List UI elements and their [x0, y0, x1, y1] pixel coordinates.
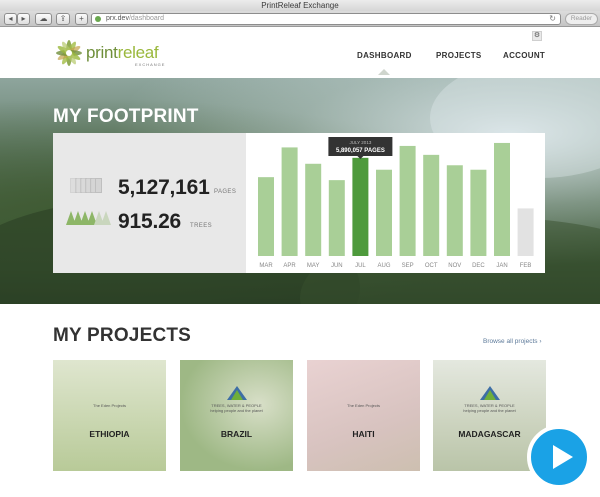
- chart-tick-label: JUN: [331, 263, 343, 269]
- chart-tick-label: MAY: [307, 263, 320, 269]
- chart-tick-label: SEP: [402, 263, 414, 269]
- footprint-stats: 5,127,161 PAGES 915.26 TREES: [53, 133, 246, 273]
- window-title: PrintReleaf Exchange: [0, 0, 600, 11]
- logo-subtitle: EXCHANGE: [135, 62, 166, 67]
- chart-tick-label: FEB: [520, 263, 532, 269]
- chart-bar-mar[interactable]: [258, 177, 274, 256]
- partner-logo: TREES, WATER & PEOPLE helping people and …: [463, 403, 516, 414]
- chart-bar-oct[interactable]: [423, 154, 440, 256]
- partner-logo: The Eden Projects: [93, 403, 126, 408]
- project-name: BRAZIL: [220, 429, 253, 439]
- chart-tick-label: JAN: [496, 263, 507, 269]
- reader-button[interactable]: Reader: [565, 13, 598, 25]
- favicon-icon: [95, 16, 101, 22]
- trees-value: 915.26: [118, 210, 182, 233]
- chart-tick-label: OCT: [425, 263, 438, 269]
- play-video-button[interactable]: [527, 425, 591, 489]
- chart-bar-jul[interactable]: [352, 157, 369, 256]
- partner-logo: TREES, WATER & PEOPLE helping people and …: [210, 403, 263, 414]
- nav-account[interactable]: ACCOUNT: [503, 51, 545, 60]
- site-header: printreleaf EXCHANGE ⚙ DASHBOARD PROJECT…: [0, 28, 600, 78]
- chart-bar-dec[interactable]: [470, 169, 487, 256]
- tile-background: [180, 360, 293, 471]
- chart-tick-label: AUG: [377, 263, 390, 269]
- gear-icon[interactable]: ⚙: [532, 31, 542, 41]
- project-tile-ethiopia[interactable]: The Eden Projects ETHIOPIA: [53, 360, 166, 471]
- chart-bar-may[interactable]: [305, 163, 322, 256]
- footprint-hero: MY FOOTPRINT 5,127,161 PAGES 915.26 TREE…: [0, 78, 600, 304]
- logo-wordmark: printreleaf: [86, 43, 159, 62]
- new-tab-button[interactable]: +: [75, 13, 88, 25]
- chart-bar-aug[interactable]: [376, 169, 392, 256]
- project-tile-haiti[interactable]: The Eden Projects HAITI: [307, 360, 420, 471]
- tile-background: [53, 360, 166, 471]
- chart-bar-nov[interactable]: [446, 165, 463, 256]
- chart-bar-jan[interactable]: [494, 142, 510, 256]
- project-name: ETHIOPIA: [89, 429, 130, 439]
- monthly-pages-chart: MAR APR MAY JUN JUL AUG SEP OCT NOV DEC JAN FEB JULY…: [246, 133, 545, 273]
- chart-bar-sep[interactable]: [399, 145, 416, 256]
- chart-tick-label: MAR: [259, 263, 273, 269]
- chart-bar-apr[interactable]: [281, 147, 298, 256]
- chart-tick-label: NOV: [448, 263, 461, 269]
- pages-value: 5,127,161: [118, 176, 210, 199]
- chart-bar-jun[interactable]: [328, 180, 345, 256]
- trees-water-people-icon: [226, 386, 247, 400]
- project-name: MADAGASCAR: [458, 429, 521, 439]
- forward-button[interactable]: ▸: [17, 13, 30, 25]
- leaf-burst-icon: [56, 40, 82, 66]
- tooltip-value: 5,890,057 PAGES: [336, 148, 385, 154]
- pages-unit: PAGES: [214, 189, 237, 195]
- chart-tooltip: JULY 2013 5,890,057 PAGES: [328, 137, 393, 159]
- chart-tick-label: APR: [283, 263, 296, 269]
- footprint-title: MY FOOTPRINT: [53, 106, 199, 127]
- projects-title: MY PROJECTS: [53, 325, 192, 346]
- chart-tick-label: JUL: [355, 263, 366, 269]
- chart-bar-feb[interactable]: [517, 208, 534, 256]
- nav-dashboard[interactable]: DASHBOARD: [357, 51, 412, 75]
- address-bar[interactable]: prx.dev/dashboard ↻: [91, 13, 561, 25]
- tile-background: [307, 360, 420, 471]
- url-path: /dashboard: [128, 15, 164, 22]
- partner-logo: The Eden Projects: [347, 403, 380, 408]
- icloud-icon[interactable]: ☁: [35, 13, 52, 25]
- bar-chart: MAR APR MAY JUN JUL AUG SEP OCT NOV DEC JAN FEB JULY…: [258, 137, 534, 269]
- nav-projects[interactable]: PROJECTS: [436, 51, 482, 60]
- tooltip-title: JULY 2013: [349, 140, 371, 145]
- project-tile-brazil[interactable]: TREES, WATER & PEOPLE helping people and …: [180, 360, 293, 471]
- trees-unit: TREES: [190, 223, 213, 229]
- share-icon[interactable]: ⇪: [56, 13, 70, 25]
- url-host: prx.dev: [106, 15, 129, 22]
- chart-tick-label: DEC: [472, 263, 485, 269]
- back-button[interactable]: ◂: [4, 13, 17, 25]
- trees-water-people-icon: [479, 386, 500, 400]
- reload-icon[interactable]: ↻: [549, 14, 556, 24]
- browser-toolbar: ◂ ▸ ☁ ⇪ + prx.dev/dashboard ↻ Reader: [0, 11, 600, 27]
- project-name: HAITI: [352, 429, 375, 439]
- browse-projects-link[interactable]: Browse all projects ›: [483, 338, 542, 345]
